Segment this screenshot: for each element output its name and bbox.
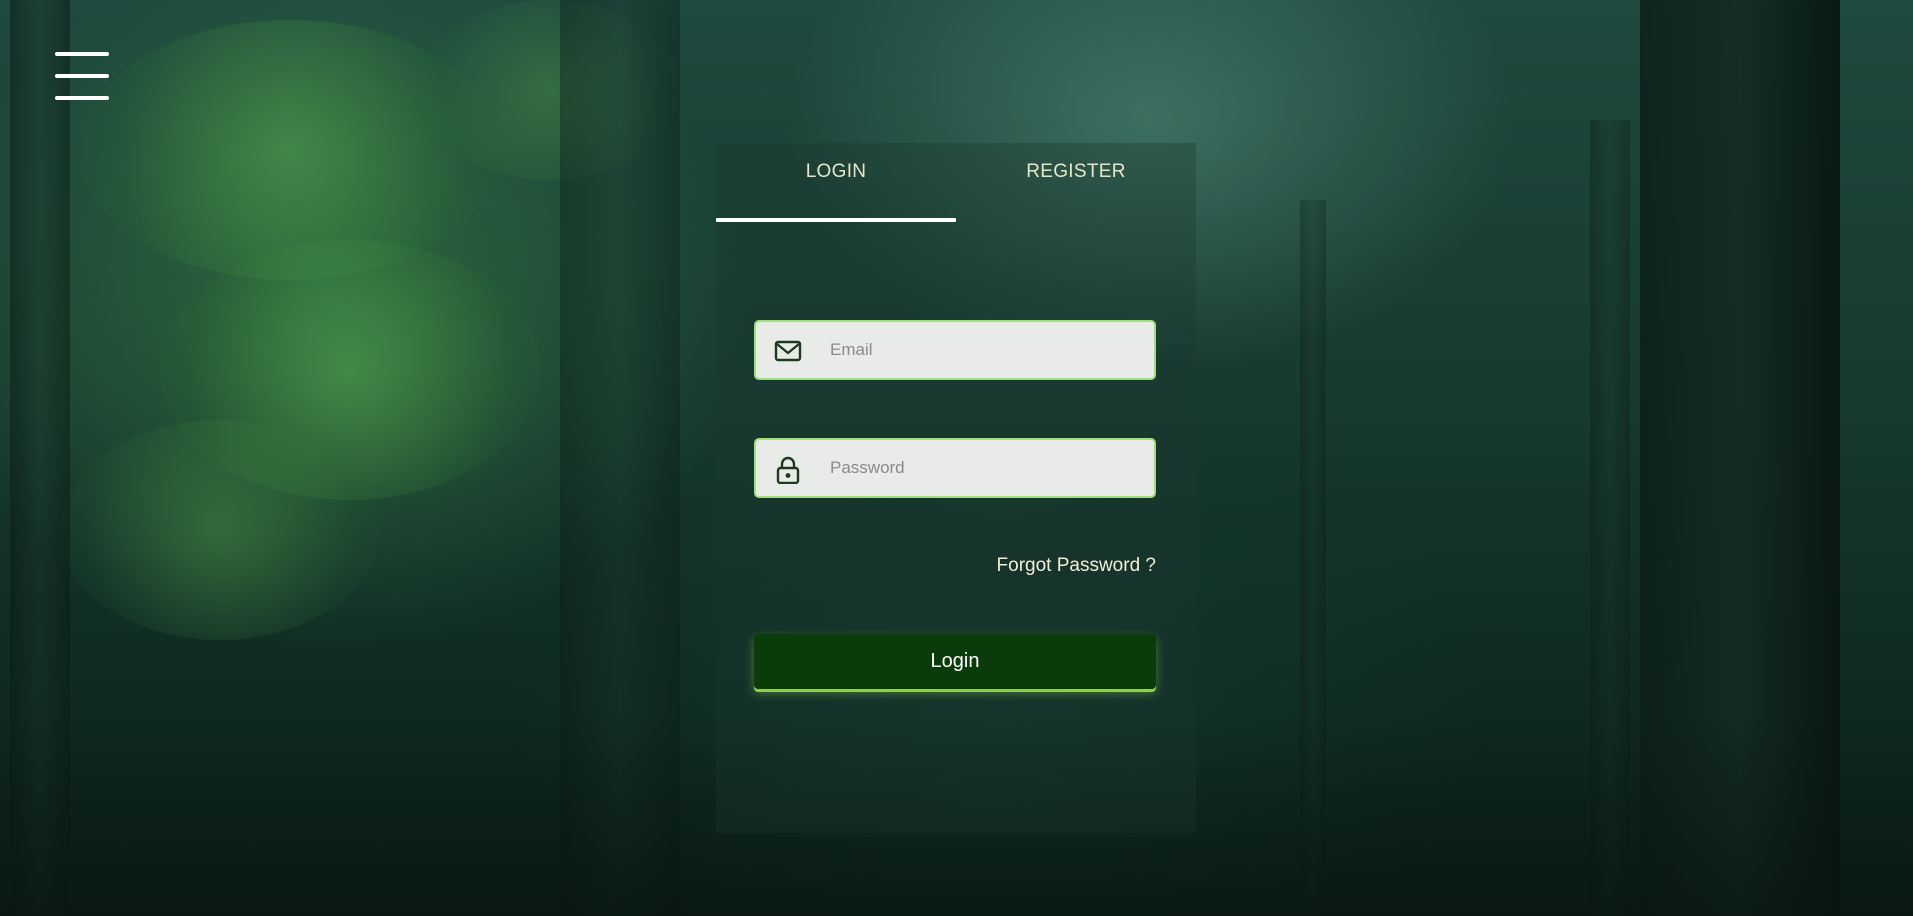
menu-bar xyxy=(55,74,109,78)
password-input[interactable] xyxy=(830,440,1140,496)
auth-card: LOGIN REGISTER Forgot xyxy=(716,143,1196,833)
login-button[interactable]: Login xyxy=(754,634,1156,689)
email-field xyxy=(754,320,1156,380)
email-input[interactable] xyxy=(830,322,1140,378)
password-field xyxy=(754,438,1156,498)
tab-register[interactable]: REGISTER xyxy=(956,161,1196,221)
menu-bar xyxy=(55,96,109,100)
active-tab-indicator xyxy=(716,218,956,222)
hamburger-icon[interactable] xyxy=(55,52,109,102)
foliage-decoration xyxy=(60,420,380,640)
auth-tabs: LOGIN REGISTER xyxy=(716,143,1196,223)
mail-icon xyxy=(774,338,802,364)
lock-icon xyxy=(774,456,802,485)
forest-background: LOGIN REGISTER Forgot xyxy=(0,0,1913,916)
tab-login[interactable]: LOGIN xyxy=(716,161,956,221)
forgot-password-link[interactable]: Forgot Password ? xyxy=(997,555,1156,577)
menu-bar xyxy=(55,52,109,56)
